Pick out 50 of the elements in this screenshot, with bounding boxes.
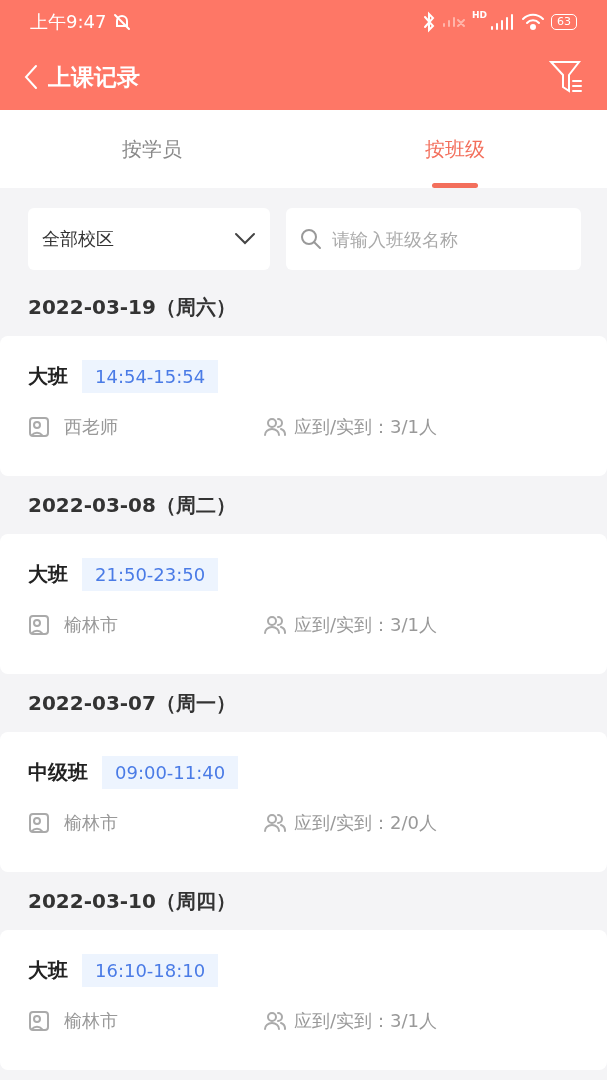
teacher-icon	[28, 1010, 50, 1032]
attendance-count: 应到/实到：3/1人	[294, 1009, 438, 1033]
time-tag: 14:54-15:54	[82, 360, 219, 393]
class-name: 中级班	[28, 759, 88, 786]
attendance-count: 应到/实到：3/1人	[294, 613, 438, 637]
back-icon	[24, 64, 38, 90]
tab[interactable]: 按学员	[0, 110, 304, 188]
teacher-icon	[28, 416, 50, 438]
people-icon	[264, 1011, 286, 1031]
attendance-count: 应到/实到：3/1人	[294, 415, 438, 439]
time-tag: 09:00-11:40	[102, 756, 239, 789]
search-field[interactable]: 请输入班级名称	[286, 208, 581, 270]
teacher-name: 榆林市	[64, 613, 118, 637]
signal-icon	[489, 13, 515, 31]
time-tag: 21:50-23:50	[82, 558, 219, 591]
teacher-icon	[28, 614, 50, 636]
class-card[interactable]: 大班 16:10-18:10 榆林市 应到/实到：3/1人	[0, 930, 607, 1070]
battery-indicator: 63	[551, 14, 577, 30]
wifi-icon	[521, 13, 545, 31]
signal-off-icon	[442, 16, 466, 28]
chevron-down-icon	[234, 232, 256, 246]
bluetooth-icon	[422, 11, 436, 33]
filter-icon	[549, 59, 583, 95]
teacher-name: 西老师	[64, 415, 118, 439]
date-heading: 2022-03-10（周四）	[28, 887, 236, 915]
teacher-name: 榆林市	[64, 811, 118, 835]
attendance-count: 应到/实到：2/0人	[294, 811, 438, 835]
date-heading: 2022-03-08（周二）	[28, 491, 236, 519]
date-heading: 2022-03-07（周一）	[28, 689, 236, 717]
back-button[interactable]	[24, 64, 38, 90]
time-tag: 16:10-18:10	[82, 954, 219, 987]
people-icon	[264, 615, 286, 635]
class-card[interactable]: 大班 14:54-15:54 西老师 应到/实到：3/1人	[0, 336, 607, 476]
teacher-icon	[28, 812, 50, 834]
class-card[interactable]: 大班 21:50-23:50 榆林市 应到/实到：3/1人	[0, 534, 607, 674]
date-heading: 2022-03-19（周六）	[28, 293, 236, 321]
people-icon	[264, 813, 286, 833]
campus-dropdown[interactable]: 全部校区	[28, 208, 270, 270]
class-name: 大班	[28, 561, 68, 588]
class-name: 大班	[28, 957, 68, 984]
class-card[interactable]: 中级班 09:00-11:40 榆林市 应到/实到：2/0人	[0, 732, 607, 872]
people-icon	[264, 417, 286, 437]
network-label: HD	[472, 10, 487, 20]
class-name: 大班	[28, 363, 68, 390]
filter-button[interactable]	[549, 59, 583, 95]
teacher-name: 榆林市	[64, 1009, 118, 1033]
muted-bell-icon	[112, 12, 133, 32]
status-time: 上午9:47	[30, 10, 107, 34]
search-icon	[300, 228, 322, 250]
page-title: 上课记录	[48, 62, 141, 92]
